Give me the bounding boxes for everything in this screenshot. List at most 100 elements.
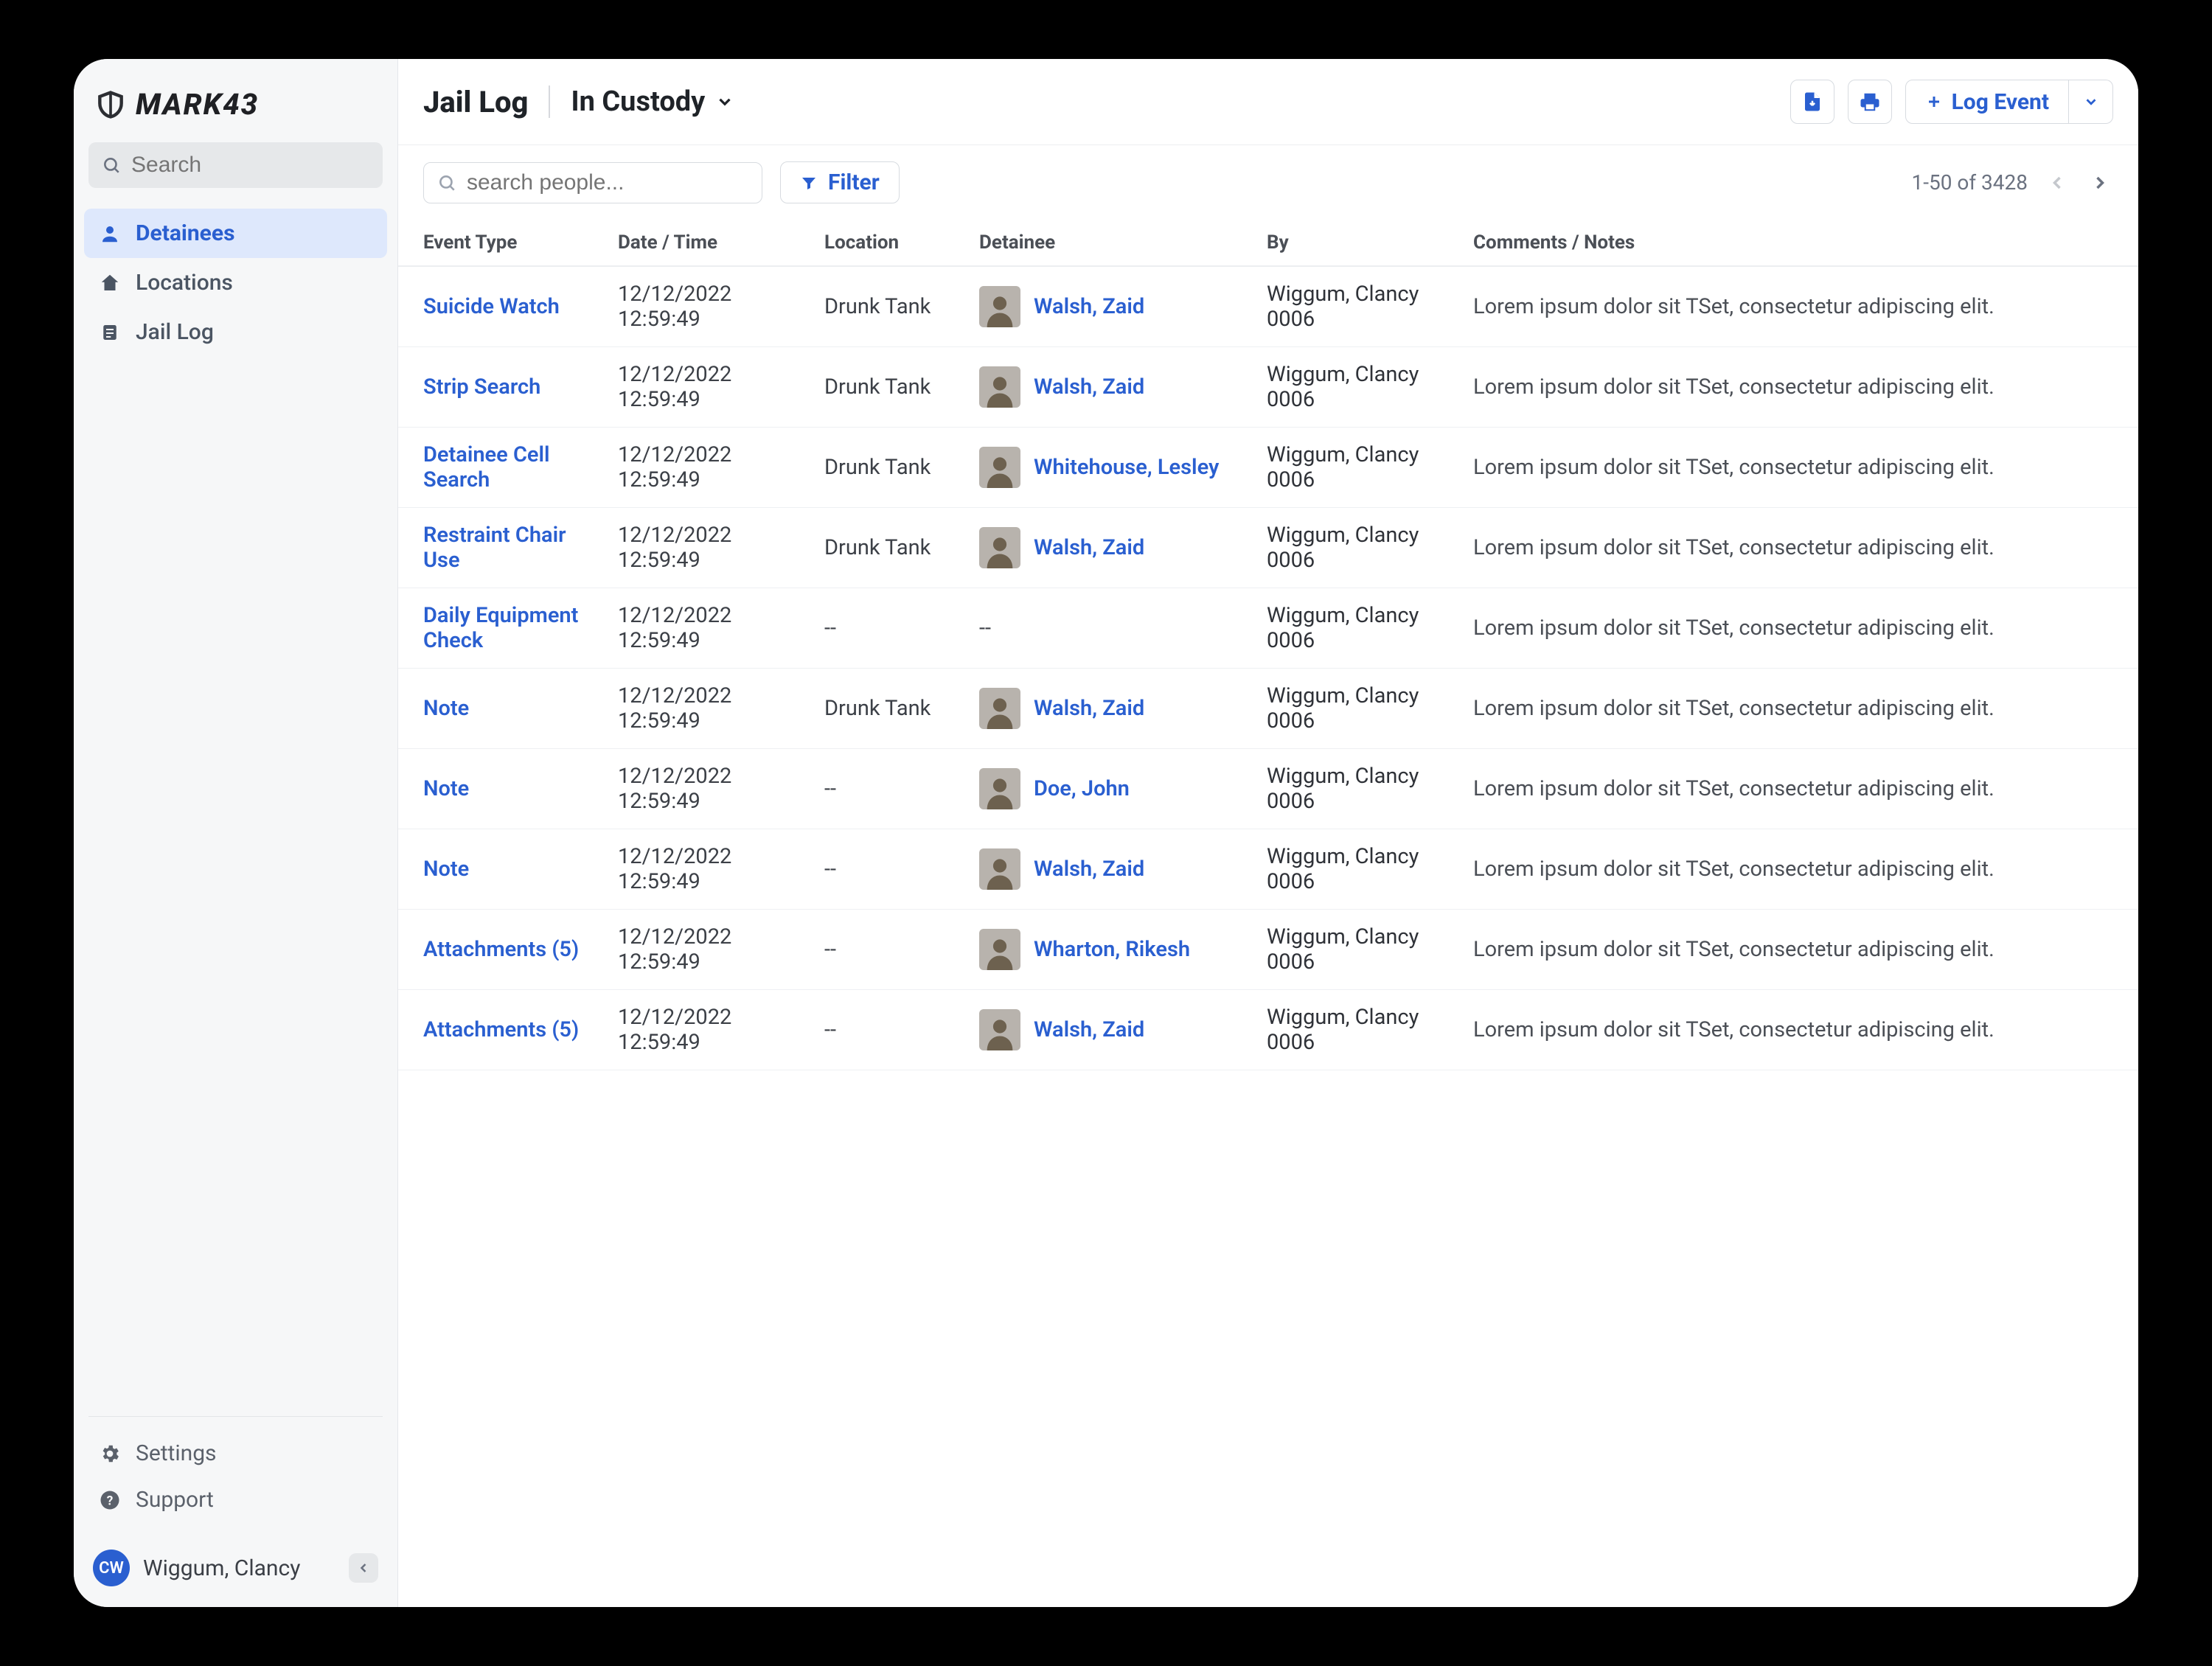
search-people-input[interactable]	[467, 170, 748, 195]
print-button[interactable]	[1848, 80, 1892, 124]
filter-button[interactable]: Filter	[780, 161, 900, 203]
by-name: Wiggum, Clancy	[1267, 764, 1447, 789]
col-datetime[interactable]: Date / Time	[605, 220, 811, 266]
mugshot-icon	[979, 1009, 1020, 1050]
table-row[interactable]: Detainee Cell Search12/12/2022 12:59:49D…	[398, 428, 2138, 508]
brand-logo: MARK43	[74, 59, 397, 142]
page-title: Jail Log	[423, 85, 528, 119]
global-search-input[interactable]	[131, 153, 369, 178]
settings-link[interactable]: Settings	[84, 1430, 387, 1477]
cell-comments: Lorem ipsum dolor sit TSet, consectetur …	[1460, 910, 2138, 990]
cell-datetime: 12/12/2022 12:59:49	[605, 588, 811, 669]
filter-label: Filter	[828, 170, 880, 195]
cell-detainee: Walsh, Zaid	[966, 669, 1253, 749]
detainee-link[interactable]: Walsh, Zaid	[1034, 696, 1144, 721]
event-type-link[interactable]: Note	[423, 857, 469, 882]
log-event-label: Log Event	[1952, 89, 2049, 115]
home-icon	[99, 272, 121, 294]
cell-comments: Lorem ipsum dolor sit TSet, consectetur …	[1460, 428, 2138, 508]
by-name: Wiggum, Clancy	[1267, 603, 1447, 628]
table-header: Event Type Date / Time Location Detainee…	[398, 220, 2138, 266]
col-location[interactable]: Location	[811, 220, 966, 266]
table-row[interactable]: Daily Equipment Check 12/12/2022 12:59:49…	[398, 588, 2138, 669]
table-row[interactable]: Attachments (5)12/12/2022 12:59:49--Whar…	[398, 910, 2138, 990]
event-type-link[interactable]: Restraint Chair Use	[423, 523, 566, 573]
event-type-link[interactable]: Attachments (5)	[423, 937, 579, 962]
detainee-link[interactable]: Whitehouse, Lesley	[1034, 455, 1219, 480]
sidebar: MARK43 Detainees Locations	[74, 59, 398, 1607]
log-event-button[interactable]: Log Event	[1905, 80, 2069, 124]
sidebar-item-locations[interactable]: Locations	[84, 258, 387, 307]
by-id: 0006	[1267, 628, 1447, 653]
event-type-link[interactable]: Note	[423, 696, 469, 721]
user-avatar: CW	[93, 1550, 130, 1586]
detainee-link[interactable]: Doe, John	[1034, 776, 1130, 801]
cell-by: Wiggum, Clancy0006	[1253, 669, 1460, 749]
table-row[interactable]: Note12/12/2022 12:59:49--Walsh, ZaidWigg…	[398, 829, 2138, 910]
table-row[interactable]: Attachments (5)12/12/2022 12:59:49--Wals…	[398, 990, 2138, 1070]
cell-comments: Lorem ipsum dolor sit TSet, consectetur …	[1460, 508, 2138, 588]
chevron-left-icon	[2047, 172, 2067, 193]
cell-by: Wiggum, Clancy0006	[1253, 749, 1460, 829]
event-type-link[interactable]: Strip Search	[423, 374, 540, 400]
current-user[interactable]: CW Wiggum, Clancy	[74, 1536, 397, 1607]
col-comments[interactable]: Comments / Notes	[1460, 220, 2138, 266]
subview-dropdown[interactable]: In Custody	[571, 86, 734, 118]
event-type-link[interactable]: Note	[423, 776, 469, 801]
event-type-link[interactable]: Attachments (5)	[423, 1017, 579, 1042]
header-divider	[549, 86, 550, 118]
cell-by: Wiggum, Clancy0006	[1253, 428, 1460, 508]
by-id: 0006	[1267, 949, 1447, 975]
export-button[interactable]	[1790, 80, 1834, 124]
mugshot-icon	[979, 848, 1020, 890]
table-row[interactable]: Note12/12/2022 12:59:49--Doe, JohnWiggum…	[398, 749, 2138, 829]
cell-detainee: Whitehouse, Lesley	[966, 428, 1253, 508]
cell-location: Drunk Tank	[811, 508, 966, 588]
cell-location: Drunk Tank	[811, 266, 966, 347]
col-event-type[interactable]: Event Type	[398, 220, 605, 266]
chevron-right-icon	[2090, 172, 2110, 193]
primary-nav: Detainees Locations Jail Log	[74, 203, 397, 363]
cell-comments: Lorem ipsum dolor sit TSet, consectetur …	[1460, 829, 2138, 910]
page-prev-button[interactable]	[2044, 170, 2070, 196]
search-people[interactable]	[423, 162, 762, 203]
brand-name: MARK43	[136, 87, 259, 122]
event-type-link[interactable]: Detainee Cell Search	[423, 442, 550, 492]
col-by[interactable]: By	[1253, 220, 1460, 266]
detainee-link[interactable]: Walsh, Zaid	[1034, 535, 1144, 560]
sidebar-item-detainees[interactable]: Detainees	[84, 209, 387, 258]
jail-log-table: Event Type Date / Time Location Detainee…	[398, 220, 2138, 1070]
table-row[interactable]: Suicide Watch12/12/2022 12:59:49Drunk Ta…	[398, 266, 2138, 347]
sidebar-divider	[88, 1416, 383, 1417]
event-type-link[interactable]: Daily Equipment Check	[423, 603, 578, 653]
table-row[interactable]: Strip Search12/12/2022 12:59:49Drunk Tan…	[398, 347, 2138, 428]
event-type-link[interactable]: Suicide Watch	[423, 294, 560, 319]
sidebar-collapse-button[interactable]	[349, 1553, 378, 1583]
detainee-link[interactable]: Walsh, Zaid	[1034, 1017, 1144, 1042]
global-search[interactable]	[88, 142, 383, 188]
by-id: 0006	[1267, 789, 1447, 814]
detainee-link[interactable]: Walsh, Zaid	[1034, 374, 1144, 400]
detainee-link[interactable]: Wharton, Rikesh	[1034, 937, 1190, 962]
plus-icon	[1925, 93, 1943, 111]
col-detainee[interactable]: Detainee	[966, 220, 1253, 266]
cell-detainee: Wharton, Rikesh	[966, 910, 1253, 990]
detainee-link[interactable]: Walsh, Zaid	[1034, 857, 1144, 882]
cell-by: Wiggum, Clancy0006	[1253, 990, 1460, 1070]
support-link[interactable]: ? Support	[84, 1477, 387, 1523]
header-actions: Log Event	[1790, 80, 2113, 124]
chevron-down-icon	[715, 92, 734, 111]
help-icon: ?	[99, 1489, 121, 1511]
by-id: 0006	[1267, 307, 1447, 332]
detainee-link[interactable]: Walsh, Zaid	[1034, 294, 1144, 319]
pagination-summary: 1-50 of 3428	[1912, 170, 2028, 195]
chevron-left-icon	[356, 1561, 371, 1575]
cell-location: --	[811, 990, 966, 1070]
log-event-dropdown-button[interactable]	[2069, 80, 2113, 124]
page-next-button[interactable]	[2087, 170, 2113, 196]
cell-location: --	[811, 588, 966, 669]
sidebar-item-jail-log[interactable]: Jail Log	[84, 307, 387, 357]
table-row[interactable]: Restraint Chair Use12/12/2022 12:59:49Dr…	[398, 508, 2138, 588]
table-row[interactable]: Note12/12/2022 12:59:49Drunk TankWalsh, …	[398, 669, 2138, 749]
mugshot-icon	[979, 286, 1020, 327]
